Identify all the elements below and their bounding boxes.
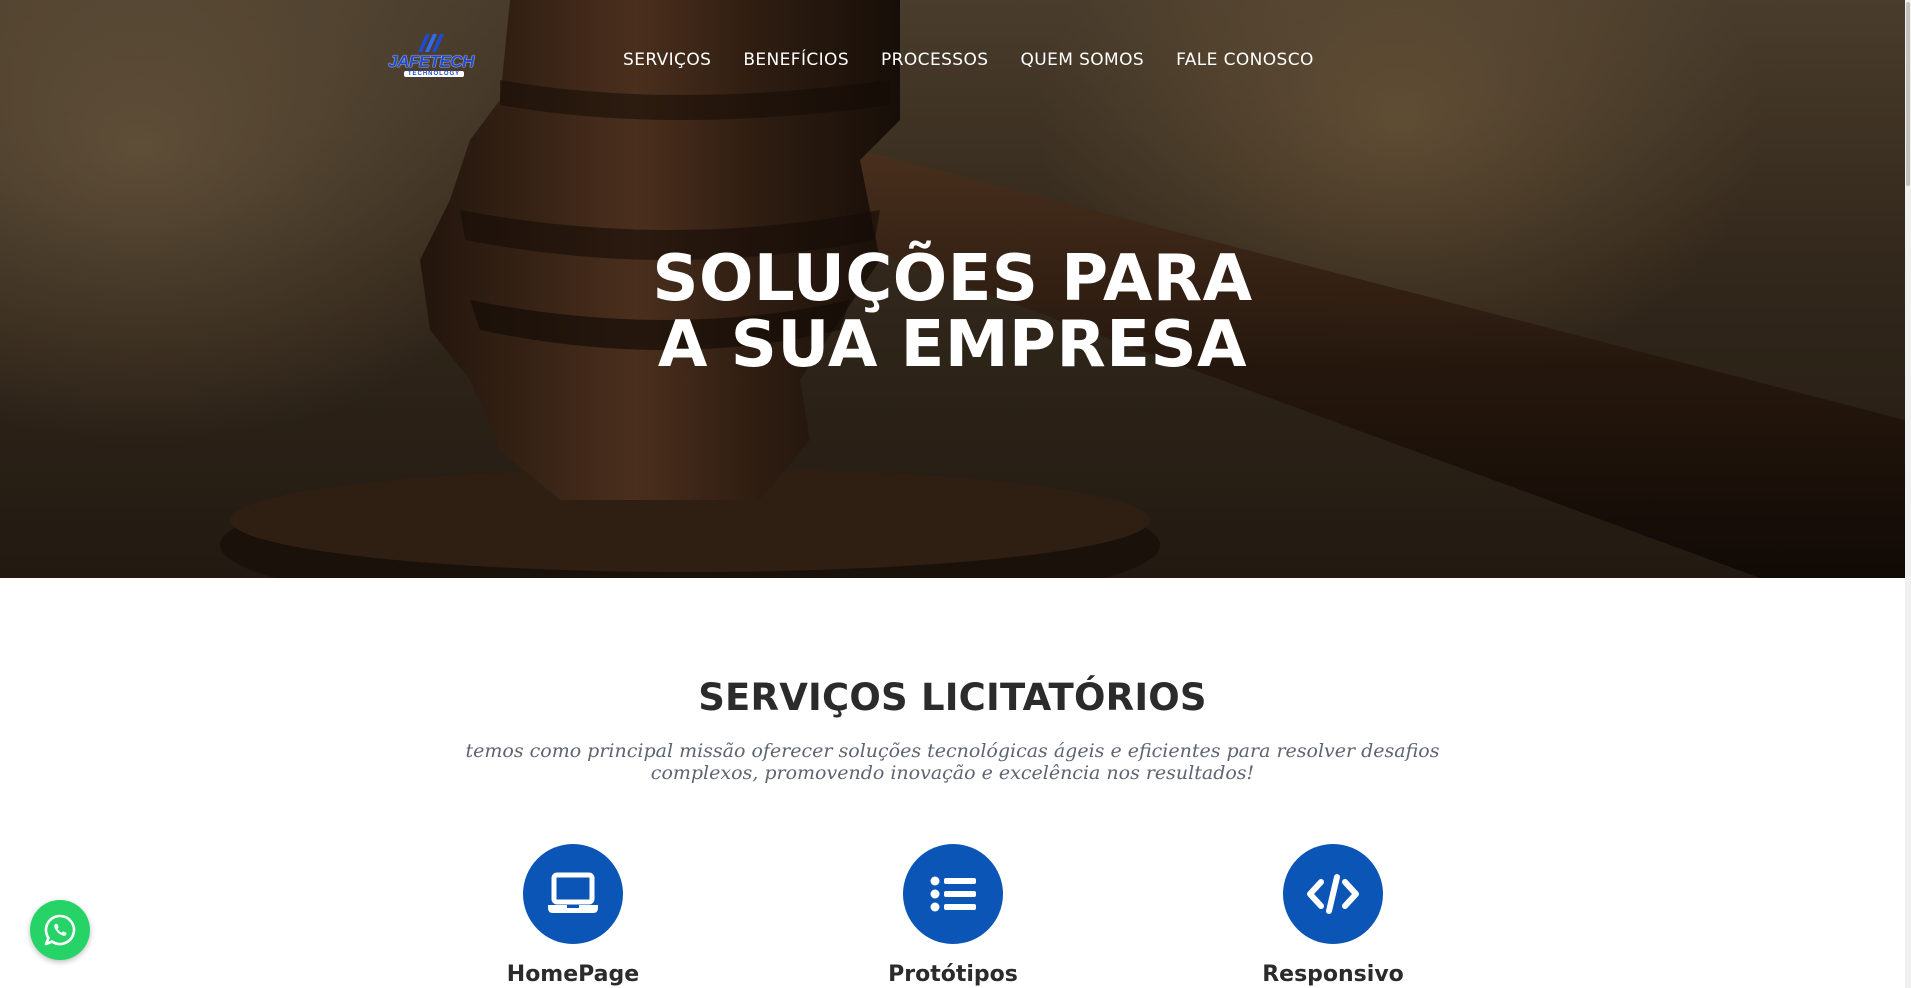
scrollbar-thumb[interactable]: [1906, 2, 1910, 186]
services-title: SERVIÇOS LICITATÓRIOS: [698, 676, 1207, 719]
service-card-responsivo: Responsivo: [1203, 844, 1463, 987]
main-nav: SERVIÇOS BENEFÍCIOS PROCESSOS QUEM SOMOS…: [623, 50, 1314, 70]
service-label-responsivo: Responsivo: [1262, 962, 1404, 987]
whatsapp-icon: [44, 914, 76, 946]
hero-title-line1: SOLUÇÕES PARA: [652, 242, 1253, 316]
page-scrollbar[interactable]: [1905, 0, 1911, 988]
logo-subtext: TECHNOLOGY: [404, 71, 464, 77]
nav-item-servicos[interactable]: SERVIÇOS: [623, 50, 711, 70]
hero-title: SOLUÇÕES PARA A SUA EMPRESA: [0, 246, 1905, 378]
nav-item-processos[interactable]: PROCESSOS: [881, 50, 988, 70]
service-icon-circle: [1283, 844, 1383, 944]
code-icon: [1307, 874, 1359, 914]
nav-item-beneficios[interactable]: BENEFÍCIOS: [743, 50, 849, 70]
nav-item-quem-somos[interactable]: QUEM SOMOS: [1020, 50, 1144, 70]
logo-mark-icon: [418, 34, 444, 52]
laptop-icon: [548, 872, 598, 913]
whatsapp-button[interactable]: [30, 900, 90, 960]
nav-item-fale-conosco[interactable]: FALE CONOSCO: [1176, 50, 1314, 70]
service-icon-circle: [523, 844, 623, 944]
logo-text: JAFETECH: [388, 52, 474, 71]
services-subtitle: temos como principal missão oferecer sol…: [465, 740, 1440, 784]
service-label-prototipos: Protótipos: [888, 962, 1018, 987]
brand-logo[interactable]: JAFETECH TECHNOLOGY: [384, 32, 478, 80]
list-icon: [930, 876, 976, 912]
service-card-prototipos: Protótipos: [823, 844, 1083, 987]
service-label-homepage: HomePage: [506, 962, 640, 987]
service-icon-circle: [903, 844, 1003, 944]
service-card-homepage: HomePage: [443, 844, 703, 987]
hero-title-line2: A SUA EMPRESA: [657, 308, 1248, 382]
hero-section: JAFETECH TECHNOLOGY SERVIÇOS BENEFÍCIOS …: [0, 0, 1905, 578]
